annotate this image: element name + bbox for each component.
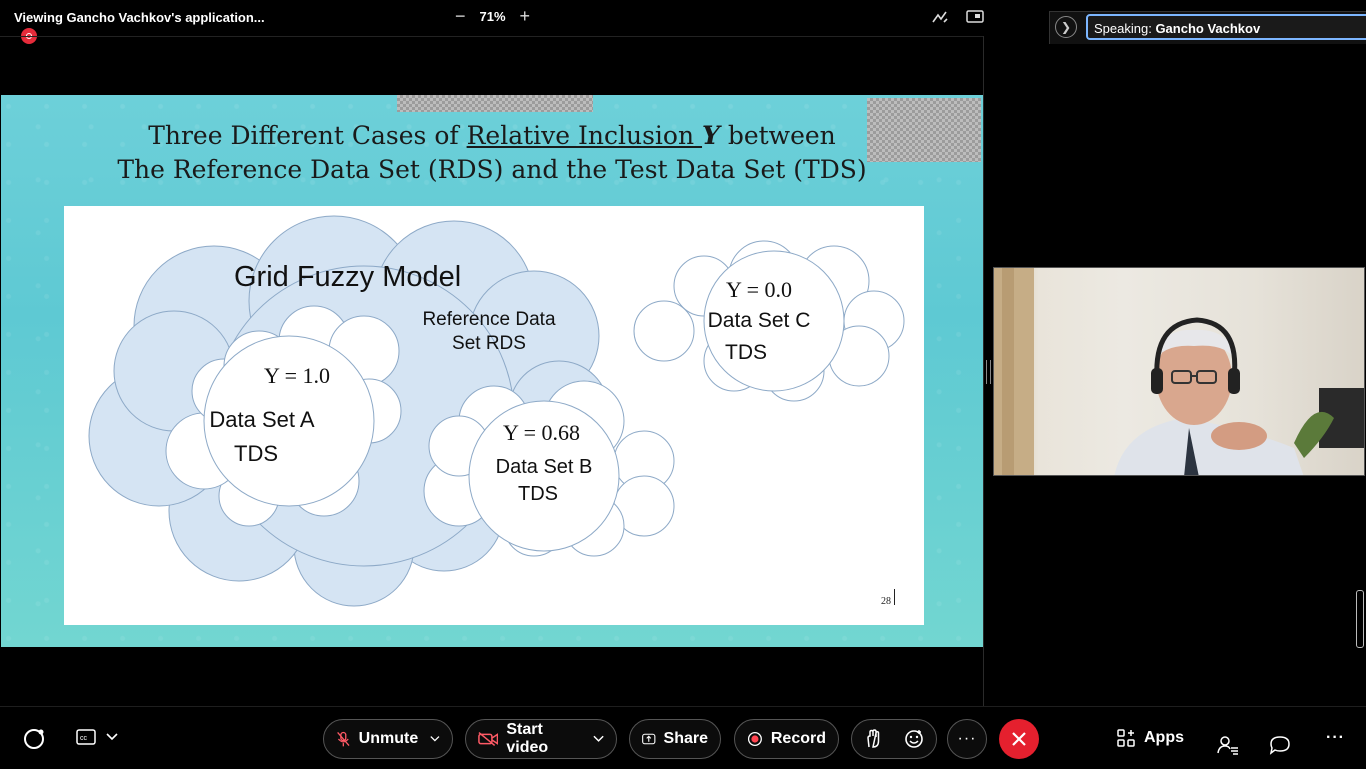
participant-video[interactable] [993, 267, 1365, 476]
title-symbol: Y [702, 121, 720, 150]
zoom-out-button[interactable]: − [455, 6, 466, 27]
apps-icon [1117, 729, 1135, 747]
zoom-control: − 71% + [455, 6, 530, 27]
title-text: between [719, 121, 836, 150]
set-a-label: Data Set A [209, 407, 315, 432]
redacted-region [397, 95, 593, 112]
apps-button[interactable]: Apps [1116, 728, 1184, 748]
start-video-label: Start video [506, 721, 549, 756]
set-a-tds-label: TDS [234, 441, 278, 466]
chevron-down-icon[interactable] [593, 735, 604, 743]
close-icon [1012, 732, 1026, 746]
apps-label: Apps [1144, 729, 1184, 746]
share-button[interactable]: Share [629, 719, 721, 759]
diagram-panel: Grid Fuzzy Model Reference Data Set RDS … [64, 206, 924, 625]
title-underlined-text: Relative Inclusion [466, 121, 703, 150]
divider [983, 36, 984, 706]
set-c-label: Data Set C [707, 309, 811, 332]
assistant-icon[interactable] [22, 727, 46, 751]
record-label: Record [770, 730, 826, 747]
speaking-prefix: Speaking: [1094, 21, 1156, 36]
chat-icon[interactable] [1269, 735, 1291, 755]
rds-label-line: Set RDS [452, 333, 526, 354]
chevron-down-icon [106, 733, 118, 741]
scrollbar[interactable] [1356, 590, 1364, 648]
start-video-button[interactable]: Start video [465, 719, 617, 759]
participant-video-frame [994, 268, 1364, 475]
title-text: Three Different Cases of [148, 121, 467, 150]
title-line-2: The Reference Data Set (RDS) and the Tes… [117, 155, 867, 184]
text-cursor [894, 589, 895, 605]
annotate-icon[interactable] [930, 8, 950, 26]
divider [0, 36, 984, 37]
raise-hand-icon[interactable] [864, 729, 882, 749]
zoom-in-button[interactable]: + [520, 6, 531, 27]
zoom-level: 71% [479, 9, 506, 24]
set-c-tds-label: TDS [725, 341, 767, 364]
share-label: Share [663, 730, 708, 747]
reaction-emoji-icon[interactable] [904, 729, 924, 749]
set-a-inclusion-value: Y = 1.0 [264, 363, 330, 388]
more-options-label: ··· [957, 730, 977, 747]
set-b-label: Data Set B [495, 456, 593, 478]
video-off-icon [478, 731, 499, 747]
window-title: Viewing Gancho Vachkov's application... [14, 10, 265, 25]
record-button[interactable]: Record [734, 719, 839, 759]
slide-page-number: 28 [881, 596, 891, 607]
share-icon [642, 733, 656, 745]
grid-fuzzy-model-label: Grid Fuzzy Model [234, 261, 462, 293]
overflow-menu-button[interactable]: ··· [1326, 729, 1345, 747]
rds-label-line: Reference Data [422, 309, 556, 330]
more-options-button[interactable]: ··· [947, 719, 987, 759]
speaker-name: Gancho Vachkov [1155, 21, 1261, 36]
reactions-group [851, 719, 937, 759]
shared-screen-slide: Three Different Cases of Relative Inclus… [1, 95, 983, 647]
set-c-inclusion-value: Y = 0.0 [726, 277, 792, 302]
set-b-inclusion-value: Y = 0.68 [503, 420, 580, 445]
svg-text:cc: cc [80, 735, 88, 742]
participants-icon[interactable] [1217, 735, 1239, 755]
title-bar: Viewing Gancho Vachkov's application... … [0, 0, 985, 44]
captions-icon: cc [76, 729, 96, 745]
chevron-down-icon[interactable] [430, 735, 440, 743]
speaking-indicator: ❯ Speaking: Gancho Vachkov [1049, 11, 1366, 44]
rds-label: Reference Data Set RDS [409, 308, 569, 356]
slide-title: Three Different Cases of Relative Inclus… [1, 119, 983, 187]
microphone-muted-icon [337, 731, 350, 747]
unmute-label: Unmute [358, 730, 419, 747]
chevron-right-icon[interactable]: ❯ [1055, 16, 1077, 38]
record-icon [747, 732, 762, 746]
meeting-toolbar: cc Unmute Start video Share Record ··· A… [0, 706, 1366, 769]
end-call-button[interactable] [999, 719, 1039, 759]
screen-view-icon[interactable] [965, 8, 985, 26]
unmute-button[interactable]: Unmute [323, 719, 453, 759]
set-b-tds-label: TDS [518, 483, 558, 505]
captions-control[interactable]: cc [76, 729, 118, 745]
speaking-field: Speaking: Gancho Vachkov [1086, 14, 1366, 40]
panel-resize-handle[interactable] [986, 360, 991, 384]
